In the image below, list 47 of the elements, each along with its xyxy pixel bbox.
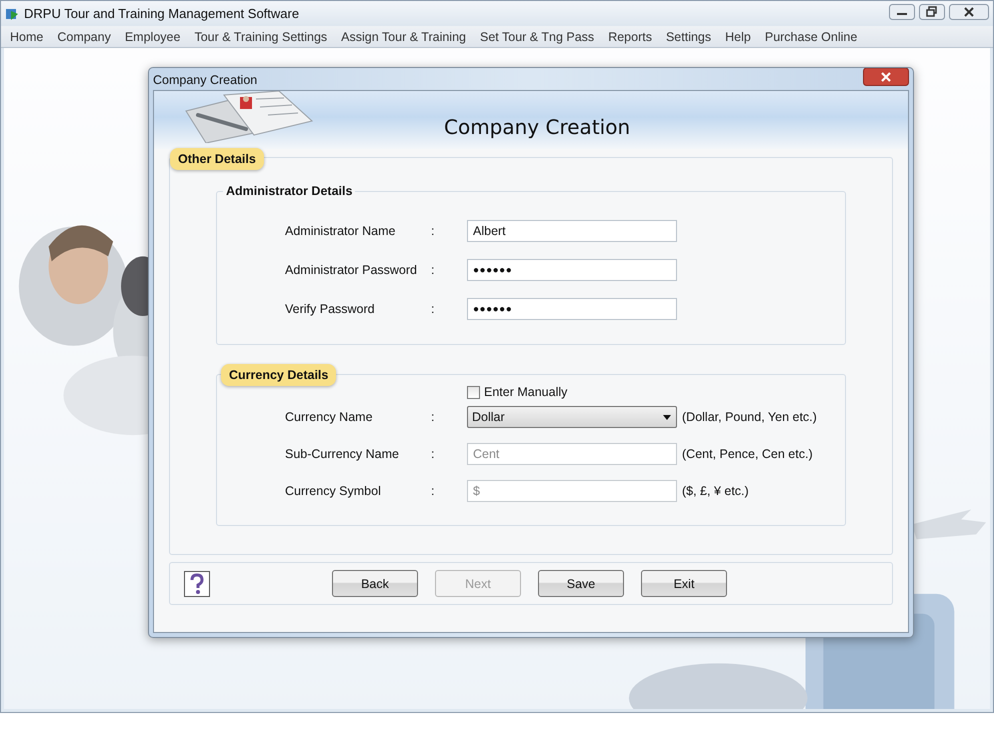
dialog-button[interactable]: Save	[538, 570, 624, 597]
dialog-button[interactable]: Exit	[641, 570, 727, 597]
section-label: Other Details	[170, 148, 264, 170]
group-title: Administrator Details	[223, 184, 356, 198]
separator: :	[431, 302, 436, 316]
window-title: DRPU Tour and Training Management Software	[24, 6, 300, 21]
section-label: Currency Details	[221, 364, 336, 386]
field-label: Verify Password	[285, 302, 376, 316]
menu-item[interactable]: Employee	[118, 28, 188, 46]
menu-item[interactable]: Assign Tour & Training	[334, 28, 473, 46]
field-label: Administrator Password	[285, 263, 418, 277]
menu-item[interactable]: Settings	[658, 28, 718, 46]
minimize-icon[interactable]	[889, 4, 915, 20]
menu-item[interactable]: Home	[3, 28, 50, 46]
checkbox-label[interactable]: Enter Manually	[484, 385, 568, 399]
caret-icon	[663, 414, 671, 420]
checkbox[interactable]	[467, 386, 480, 398]
dialog-title: Company Creation	[153, 73, 258, 87]
menu-item[interactable]: Reports	[601, 28, 659, 46]
close-icon[interactable]	[863, 68, 909, 86]
restore-icon[interactable]	[919, 4, 945, 20]
separator: :	[431, 224, 436, 238]
menu-item[interactable]: Set Tour & Tng Pass	[473, 28, 602, 46]
dialog-button[interactable]: Back	[332, 570, 418, 597]
field-hint: (Cent, Pence, Cen etc.)	[682, 447, 813, 461]
menu-item[interactable]: Tour & Training Settings	[187, 28, 334, 46]
menu-item[interactable]: Help	[718, 28, 758, 46]
password-field[interactable]: ●●●●●●	[467, 298, 677, 320]
menu-item[interactable]: Purchase Online	[758, 28, 864, 46]
input-field[interactable]: Albert	[467, 220, 677, 242]
separator: :	[431, 447, 436, 461]
field-label: Currency Name	[285, 410, 374, 424]
separator: :	[431, 410, 436, 424]
separator: :	[431, 484, 436, 498]
field-label: Currency Symbol	[285, 484, 382, 498]
close-icon[interactable]	[949, 4, 989, 20]
field-label: Sub-Currency Name	[285, 447, 400, 461]
app-icon	[5, 6, 19, 20]
field-label: Administrator Name	[285, 224, 396, 238]
password-field[interactable]: ●●●●●●	[467, 259, 677, 281]
dialog-heading: Company Creation	[444, 115, 630, 139]
field-hint: (Dollar, Pound, Yen etc.)	[682, 410, 817, 424]
help-icon[interactable]	[184, 570, 210, 596]
field-hint: ($, £, ¥ etc.)	[682, 484, 749, 498]
currency-dropdown[interactable]: Dollar	[467, 406, 677, 428]
menu-item[interactable]: Company	[50, 28, 118, 46]
separator: :	[431, 263, 436, 277]
